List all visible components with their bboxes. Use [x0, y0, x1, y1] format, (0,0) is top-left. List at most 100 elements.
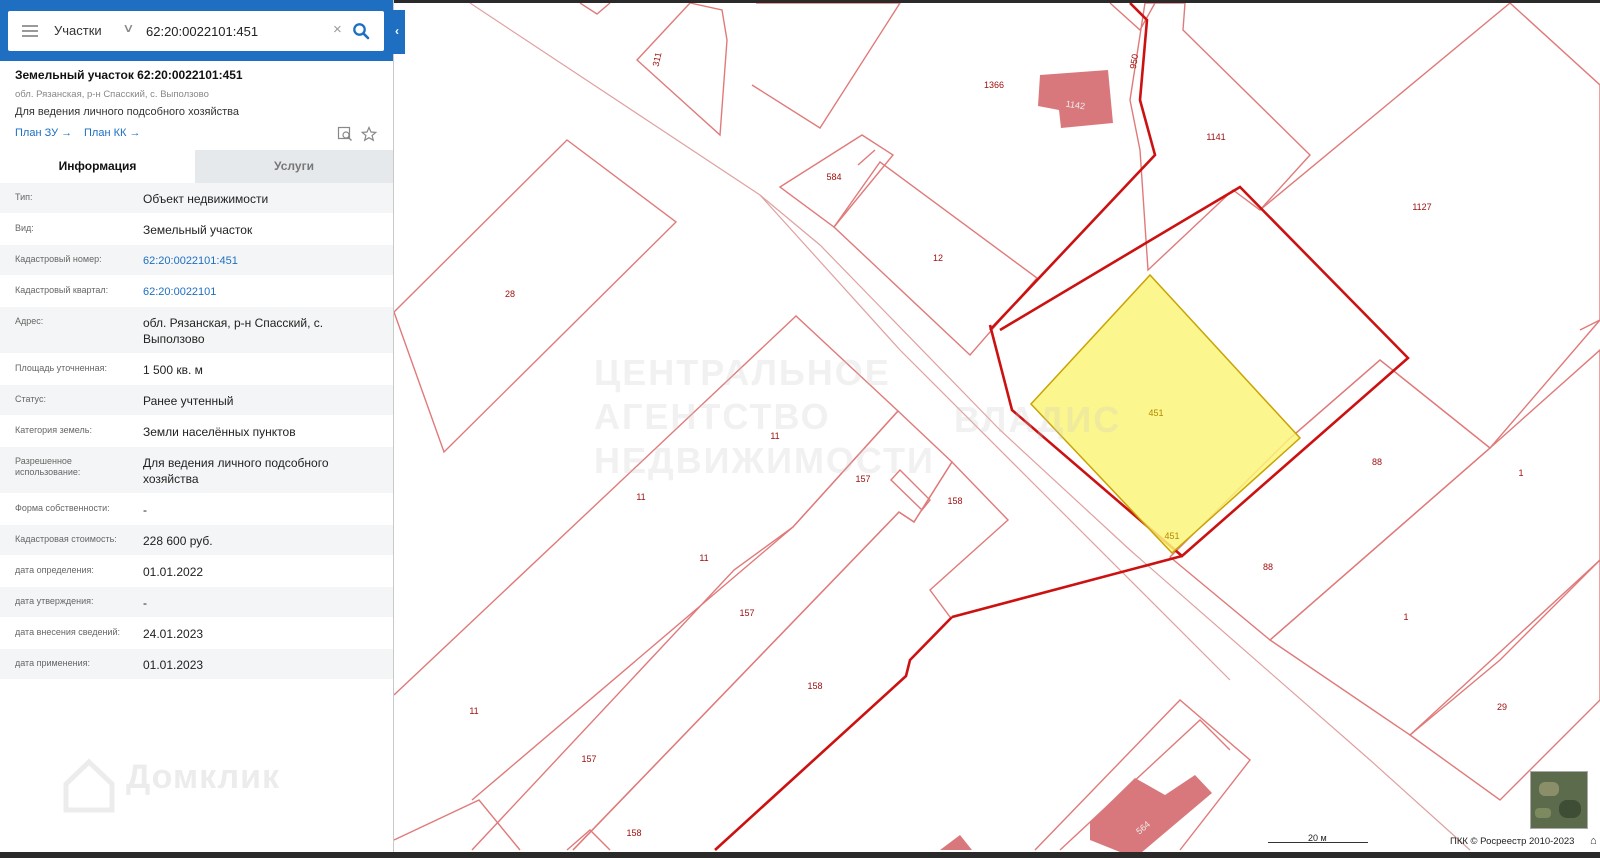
- tab-services[interactable]: Услуги: [195, 150, 393, 183]
- label-1127: 1127: [1412, 202, 1431, 212]
- window-bottom-border: [0, 852, 1600, 858]
- row-label: Статус:: [15, 394, 46, 404]
- label-584: 584: [826, 172, 841, 182]
- label-29: 29: [1497, 702, 1507, 712]
- chevron-down-icon[interactable]: ∨: [122, 21, 134, 35]
- layer-select[interactable]: Участки: [54, 23, 102, 38]
- label-1141: 1141: [1206, 132, 1225, 142]
- label-451-corner: 451: [1164, 531, 1179, 541]
- row-label: Кадастровый квартал:: [15, 285, 109, 295]
- agency-watermark: ЦЕНТРАЛЬНОЕ АГЕНТСТВО НЕДВИЖИМОСТИ: [594, 352, 935, 481]
- parcel-1366: [751, 3, 901, 129]
- cadastral-map[interactable]: 311 1366 1142 950 1141 584 1127 12 28 45…: [394, 3, 1600, 852]
- info-row-permitted-use: Разрешенное использование: Для ведения л…: [0, 447, 393, 494]
- tab-information[interactable]: Информация: [0, 150, 195, 183]
- info-table: Тип: Объект недвижимости Вид: Земельный …: [0, 183, 393, 680]
- info-row-date-entered: дата внесения сведений: 24.01.2023: [0, 618, 393, 649]
- object-title: Земельный участок 62:20:0022101:451: [15, 68, 243, 82]
- search-box: Участки ∨ ×: [8, 11, 384, 51]
- label-158-a: 158: [947, 496, 962, 506]
- clear-icon[interactable]: ×: [333, 21, 342, 38]
- info-row-address: Адрес: обл. Рязанская, р-н Спасский, с. …: [0, 307, 393, 354]
- label-158-c: 158: [626, 828, 641, 838]
- domclick-watermark: Домклик: [126, 758, 281, 796]
- row-value: -: [143, 503, 147, 517]
- parcel-29: [1408, 559, 1600, 801]
- row-label: Кадастровая стоимость:: [15, 534, 117, 544]
- label-88-a: 88: [1372, 457, 1382, 467]
- label-1366: 1366: [984, 80, 1004, 90]
- info-row-cadastral-number: Кадастровый номер: 62:20:0022101:451: [0, 245, 393, 276]
- satellite-minimap[interactable]: [1530, 771, 1588, 829]
- info-row-date-approved: дата утверждения: -: [0, 587, 393, 618]
- row-value: 01.01.2022: [143, 565, 204, 579]
- search-input[interactable]: [146, 21, 336, 41]
- search-icon[interactable]: [352, 22, 370, 40]
- collapse-arrow-icon[interactable]: ‹: [395, 24, 399, 38]
- plan-zu-link[interactable]: План ЗУ →: [15, 127, 72, 139]
- row-label: Адрес:: [15, 316, 44, 326]
- label-157-c: 157: [581, 754, 596, 764]
- menu-icon[interactable]: [22, 25, 38, 37]
- zoom-to-icon[interactable]: [337, 126, 353, 142]
- row-label: Площадь уточненная:: [15, 363, 107, 373]
- info-panel: Участки ∨ × Земельный участок 62:20:0022…: [0, 0, 394, 852]
- label-11-d: 11: [469, 706, 478, 716]
- row-label: Тип:: [15, 192, 33, 202]
- parcel-311: [636, 3, 728, 137]
- label-451-center: 451: [1148, 408, 1163, 418]
- row-label: дата утверждения:: [15, 596, 94, 606]
- info-row-kind: Вид: Земельный участок: [0, 214, 393, 245]
- plan-kk-link[interactable]: План КК →: [84, 127, 140, 139]
- tab-bar: Информация Услуги: [0, 150, 393, 183]
- info-row-land-category: Категория земель: Земли населённых пункт…: [0, 416, 393, 447]
- scale-label: 20 м: [1308, 833, 1327, 843]
- object-purpose: Для ведения личного подсобного хозяйства: [15, 106, 239, 118]
- row-value: Земельный участок: [143, 223, 253, 237]
- row-label: Вид:: [15, 223, 34, 233]
- vladis-watermark: ВЛАДИС: [954, 399, 1122, 440]
- info-row-type: Тип: Объект недвижимости: [0, 183, 393, 214]
- label-88-b: 88: [1263, 562, 1273, 572]
- label-158-b: 158: [807, 681, 822, 691]
- info-row-date-determined: дата определения: 01.01.2022: [0, 556, 393, 587]
- label-950: 950: [1128, 53, 1140, 70]
- info-row-status: Статус: Ранее учтенный: [0, 385, 393, 416]
- home-icon[interactable]: ⌂: [1590, 835, 1597, 847]
- row-value: 1 500 кв. м: [143, 363, 203, 377]
- cadastral-number-link[interactable]: 62:20:0022101:451: [143, 253, 388, 269]
- row-value: 24.01.2023: [143, 627, 204, 641]
- building-564: [1090, 775, 1212, 852]
- object-address: обл. Рязанская, р-н Спасский, с. Выползо…: [15, 89, 209, 100]
- label-28: 28: [505, 289, 515, 299]
- row-label: Категория земель:: [15, 425, 92, 435]
- row-value: Земли населённых пунктов: [143, 425, 296, 439]
- row-value: Ранее учтенный: [143, 394, 234, 408]
- label-311: 311: [651, 51, 664, 67]
- copyright-text: ПКК © Росреестр 2010-2023: [1450, 836, 1575, 847]
- row-label: дата внесения сведений:: [15, 627, 120, 637]
- info-row-cadastral-quarter: Кадастровый квартал: 62:20:0022101: [0, 276, 393, 307]
- label-1-b: 1: [1403, 612, 1408, 622]
- info-row-area: Площадь уточненная: 1 500 кв. м: [0, 354, 393, 385]
- row-value: обл. Рязанская, р-н Спасский, с. Выползо…: [143, 316, 324, 346]
- parcel-1127: [1259, 3, 1600, 449]
- row-value: -: [143, 596, 147, 610]
- label-1-a: 1: [1518, 468, 1523, 478]
- row-label: дата определения:: [15, 565, 94, 575]
- info-row-cadastral-value: Кадастровая стоимость: 228 600 руб.: [0, 525, 393, 556]
- row-label: Форма собственности:: [15, 503, 110, 513]
- info-row-date-applied: дата применения: 01.01.2023: [0, 649, 393, 680]
- parcel-1: [1268, 349, 1600, 736]
- row-value: Для ведения личного подсобного хозяйства: [143, 456, 329, 486]
- cadastral-quarter-link[interactable]: 62:20:0022101: [143, 284, 388, 300]
- row-value: Объект недвижимости: [143, 192, 269, 206]
- label-11-b: 11: [636, 492, 645, 502]
- star-icon[interactable]: [361, 126, 377, 142]
- parcel-158: [572, 460, 1010, 851]
- info-row-ownership: Форма собственности: -: [0, 494, 393, 525]
- label-12: 12: [933, 253, 943, 263]
- label-11-c: 11: [699, 553, 708, 563]
- search-bar: Участки ∨ ×: [0, 0, 393, 61]
- row-value: 228 600 руб.: [143, 534, 213, 548]
